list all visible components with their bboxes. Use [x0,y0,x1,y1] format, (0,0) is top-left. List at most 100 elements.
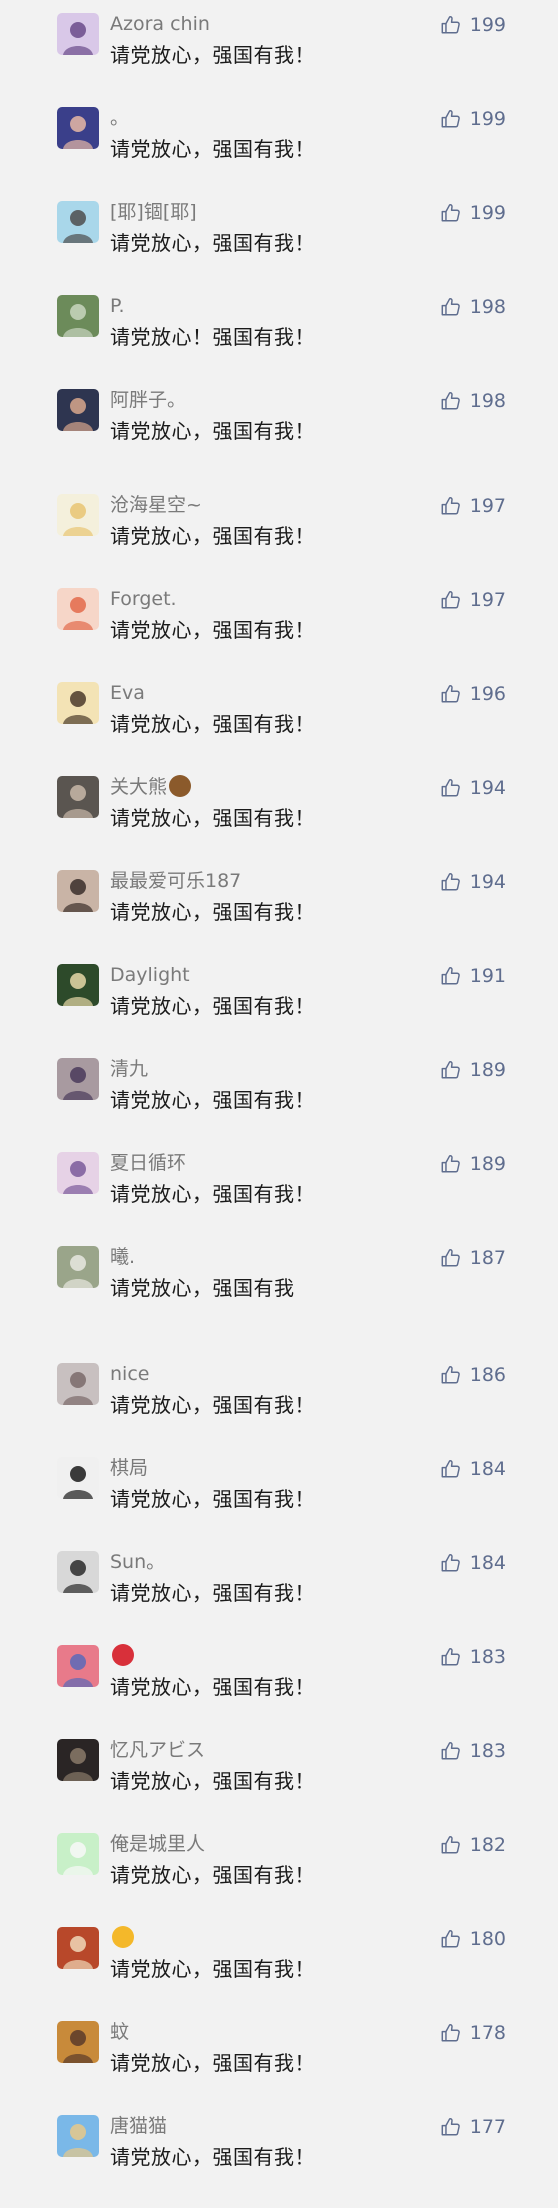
avatar[interactable] [57,1833,99,1875]
avatar[interactable] [57,1551,99,1593]
nickname[interactable]: 棋局 [110,1456,148,1480]
nickname[interactable]: 。 [110,106,129,130]
avatar[interactable] [57,964,99,1006]
like-button[interactable]: 189 [440,1057,506,1083]
avatar[interactable] [57,1739,99,1781]
like-button[interactable]: 196 [440,681,506,707]
like-button[interactable]: 187 [440,1245,506,1271]
like-button[interactable]: 191 [440,963,506,989]
nickname[interactable] [110,1644,134,1668]
avatar[interactable] [57,588,99,630]
comment-text: 请党放心，强国有我！ [110,524,315,548]
nickname[interactable]: Forget. [110,587,177,611]
nickname[interactable]: 关大熊 [110,775,192,799]
thumbs-up-icon [440,2022,462,2044]
comment-item: 沧海星空~ 请党放心，强国有我！ 197 [0,481,558,561]
nickname[interactable]: Daylight [110,963,190,987]
comment-item: Forget. 请党放心，强国有我！ 197 [0,575,558,655]
nickname-text: nice [110,1363,150,1385]
like-count: 197 [469,495,506,517]
thumbs-up-icon [440,1928,462,1950]
comment-item: Daylight 请党放心，强国有我！ 191 [0,951,558,1031]
comment-text: 请党放心，强国有我！ [110,618,315,642]
nickname[interactable]: 唐猫猫 [110,2114,167,2138]
like-button[interactable]: 182 [440,1832,506,1858]
nickname[interactable]: 俺是城里人 [110,1832,205,1856]
like-button[interactable]: 184 [440,1550,506,1576]
avatar[interactable] [57,1058,99,1100]
comment-item: [耶]锢[耶] 请党放心，强国有我！ 199 [0,188,558,268]
avatar[interactable] [57,494,99,536]
like-button[interactable]: 177 [440,2114,506,2140]
comment-text: 请党放心，强国有我！ [110,2051,315,2075]
like-button[interactable]: 199 [440,12,506,38]
comment-text: 请党放心，强国有我！ [110,994,315,1018]
like-button[interactable]: 180 [440,1926,506,1952]
like-count: 177 [469,2116,506,2138]
like-button[interactable]: 199 [440,200,506,226]
nickname[interactable]: 阿胖子。 [110,388,186,412]
nickname[interactable]: 沧海星空~ [110,493,202,517]
nickname[interactable]: Sun。 [110,1550,165,1574]
like-button[interactable]: 197 [440,587,506,613]
thumbs-up-icon [440,2116,462,2138]
comment-text: 请党放心，强国有我！ [110,1182,315,1206]
like-button[interactable]: 183 [440,1644,506,1670]
nickname-text: 曦. [110,1246,136,1268]
like-button[interactable]: 183 [440,1738,506,1764]
comment-item: 请党放心，强国有我！ 180 [0,1914,558,1994]
avatar[interactable] [57,1246,99,1288]
like-count: 199 [469,14,506,36]
avatar[interactable] [57,13,99,55]
like-count: 183 [469,1646,506,1668]
nickname[interactable]: Azora chin [110,12,210,36]
nickname-text: Forget. [110,588,177,610]
nickname[interactable] [110,1926,134,1950]
nickname-text: [耶]锢[耶] [110,201,197,223]
avatar[interactable] [57,2021,99,2063]
comment-text: 请党放心，强国有我！ [110,1957,315,1981]
like-button[interactable]: 189 [440,1151,506,1177]
nickname[interactable]: 夏日循环 [110,1151,186,1175]
like-button[interactable]: 198 [440,388,506,414]
nickname[interactable]: P. [110,294,125,318]
like-button[interactable]: 198 [440,294,506,320]
comment-text: 请党放心，强国有我！ [110,1581,315,1605]
comment-item: 清九 请党放心，强国有我！ 189 [0,1045,558,1125]
avatar[interactable] [57,1152,99,1194]
avatar[interactable] [57,1645,99,1687]
nickname[interactable]: 曦. [110,1245,135,1269]
nickname[interactable]: 清九 [110,1057,148,1081]
like-button[interactable]: 178 [440,2020,506,2046]
avatar[interactable] [57,1457,99,1499]
like-button[interactable]: 186 [440,1362,506,1388]
like-button[interactable]: 184 [440,1456,506,1482]
avatar[interactable] [57,870,99,912]
avatar[interactable] [57,1927,99,1969]
nickname[interactable]: 忆凡アビス [110,1738,205,1762]
avatar[interactable] [57,201,99,243]
nickname[interactable]: 最最爱可乐187 [110,869,241,893]
nickname-text: 。 [110,107,130,129]
avatar[interactable] [57,2115,99,2157]
nickname[interactable]: Eva [110,681,145,705]
avatar[interactable] [57,1363,99,1405]
avatar[interactable] [57,107,99,149]
avatar[interactable] [57,682,99,724]
like-button[interactable]: 199 [440,106,506,132]
nickname-text: Sun。 [110,1551,166,1573]
like-button[interactable]: 197 [440,493,506,519]
nickname-text: 俺是城里人 [110,1833,206,1855]
nickname[interactable]: 蚊 [110,2020,129,2044]
like-button[interactable]: 194 [440,869,506,895]
nickname-text: 夏日循环 [110,1152,187,1174]
like-count: 197 [469,589,506,611]
nickname[interactable]: nice [110,1362,149,1386]
comment-text: 请党放心，强国有我！ [110,900,315,924]
nickname[interactable]: [耶]锢[耶] [110,200,197,224]
avatar[interactable] [57,389,99,431]
comment-item: Azora chin 请党放心，强国有我！ 199 [0,0,558,80]
like-button[interactable]: 194 [440,775,506,801]
avatar[interactable] [57,295,99,337]
avatar[interactable] [57,776,99,818]
